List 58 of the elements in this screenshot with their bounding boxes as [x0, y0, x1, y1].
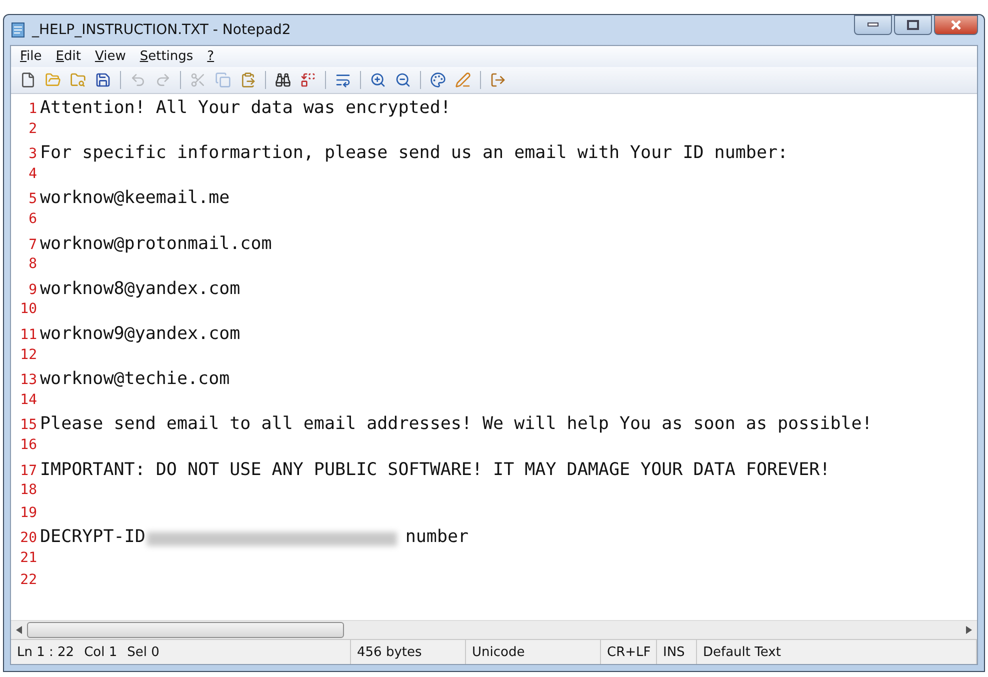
line-number: 7	[28, 236, 37, 253]
line-text: For specific informartion, please send us an email with Your ID number:	[40, 143, 788, 164]
line-number: 18	[19, 482, 37, 498]
line-number: 9	[28, 282, 37, 298]
menu-item[interactable]: ?	[202, 48, 220, 65]
line-number: 16	[19, 436, 37, 453]
line-number: 13	[19, 372, 37, 388]
line-number: 5	[28, 191, 37, 208]
notepad-icon	[10, 22, 26, 38]
line-text: worknow@protonmail.com	[40, 234, 272, 254]
line-number: 12	[19, 346, 37, 363]
status-size: 456 bytes	[357, 644, 422, 660]
line-text: worknow8@yandex.com	[40, 278, 240, 299]
menu-item[interactable]: Settings	[134, 48, 198, 65]
line-text: Attention! All Your data was encrypted!	[40, 98, 451, 118]
status-column: Col 1	[84, 644, 118, 660]
line-number: 4	[28, 166, 37, 182]
maximize-button[interactable]	[894, 15, 932, 35]
status-mode: INS	[663, 644, 685, 660]
line-number: 17	[19, 462, 37, 478]
line-number: 19	[19, 504, 37, 521]
line-number: 15	[19, 417, 37, 434]
scroll-left-icon[interactable]	[16, 626, 22, 634]
line-number: 14	[19, 392, 37, 408]
line-number: 10	[19, 301, 37, 318]
menu-item[interactable]: File	[15, 48, 47, 65]
line-number: 22	[19, 572, 37, 588]
status-position: Ln 1 : 22	[17, 644, 74, 660]
minimize-button[interactable]	[854, 15, 892, 35]
minimize-icon	[867, 22, 879, 28]
line-number: 6	[28, 210, 37, 227]
scroll-right-icon[interactable]	[966, 626, 972, 634]
line-number: 2	[28, 120, 37, 137]
status-line-endings: CR+LF	[607, 644, 651, 660]
line-number: 8	[28, 256, 37, 272]
line-number: 20	[19, 530, 37, 546]
horizontal-scrollbar[interactable]	[11, 620, 977, 639]
window-title: _HELP_INSTRUCTION.TXT - Notepad2	[32, 22, 292, 38]
line-text: worknow@keemail.me	[40, 188, 230, 208]
line-text: number	[405, 527, 469, 548]
menu-item[interactable]: Edit	[50, 48, 86, 65]
line-number: 1	[28, 101, 37, 117]
status-scheme: Default Text	[703, 644, 781, 660]
line-text: worknow@techie.com	[40, 369, 230, 390]
line-text: Please send email to all email addresses! We will help You as soon as possible!	[40, 414, 872, 434]
scroll-thumb[interactable]	[27, 622, 344, 638]
line-text: DECRYPT-ID	[40, 527, 146, 548]
close-button[interactable]	[934, 15, 978, 35]
line-text: IMPORTANT: DO NOT USE ANY PUBLIC SOFTWARE! IT MAY DAMAGE YOUR DATA FOREVER!	[40, 460, 830, 480]
menu-item[interactable]: View	[90, 48, 131, 65]
line-number: 11	[19, 326, 37, 343]
maximize-icon	[907, 20, 919, 30]
close-icon	[950, 20, 962, 30]
line-number: 21	[19, 550, 37, 566]
line-number: 3	[28, 146, 37, 162]
line-text: worknow9@yandex.com	[40, 324, 240, 344]
status-encoding: Unicode	[472, 644, 525, 660]
status-selection: Sel 0	[127, 644, 160, 660]
